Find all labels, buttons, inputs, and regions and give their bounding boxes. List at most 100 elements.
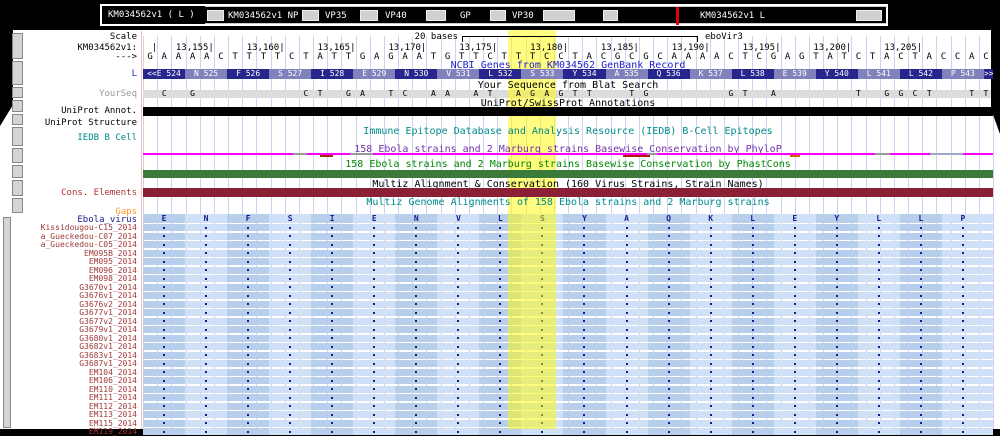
alignment-row[interactable] [143, 369, 993, 376]
alignment-cell [353, 233, 395, 240]
alignment-cell [269, 386, 311, 393]
alignment-cell [816, 360, 858, 367]
alignment-cell [900, 369, 942, 376]
alignment-cell [185, 411, 227, 418]
alignment-row[interactable] [143, 394, 993, 401]
codon-cell[interactable]: L 541 [858, 69, 900, 79]
alignment-row[interactable] [143, 301, 993, 308]
codon-cell[interactable]: Y 534 [563, 69, 605, 79]
alignment-row[interactable] [143, 335, 993, 342]
gene-codon-track[interactable]: <<E 524N 525F 526S 527I 528E 529N 530V 5… [143, 69, 993, 79]
match-dot [499, 278, 501, 280]
track-config-button[interactable] [12, 87, 23, 98]
residue-letter: Q [666, 215, 671, 223]
codon-cell[interactable]: N 530 [395, 69, 437, 79]
alignment-cell [353, 241, 395, 248]
alignment-row[interactable] [143, 241, 993, 248]
alignment-row[interactable] [143, 284, 993, 291]
track-config-button[interactable] [12, 180, 23, 196]
conservation-elements-track[interactable] [143, 188, 993, 197]
alignment-row[interactable] [143, 377, 993, 384]
alignment-cell [143, 377, 185, 384]
ideogram-bar[interactable]: KM034562v1 ( L ) KM034562v1 NPVP35VP40GP… [100, 4, 888, 26]
alignment-row[interactable] [143, 275, 993, 282]
codon-cell[interactable]: E 539 [774, 69, 816, 79]
track-config-button[interactable] [12, 148, 23, 163]
match-dot [499, 363, 501, 365]
alignment-cell [185, 275, 227, 282]
codon-cell[interactable]: Y 540 [816, 69, 858, 79]
alignment-row[interactable] [143, 326, 993, 333]
alignment-cell [563, 326, 605, 333]
track-config-button[interactable] [12, 61, 23, 85]
track-config-button[interactable] [12, 165, 23, 178]
sequence-base: A [964, 53, 979, 62]
alignment-row[interactable] [143, 403, 993, 410]
match-dot [247, 244, 249, 246]
alignment-cell [143, 292, 185, 299]
alignment-cell [816, 335, 858, 342]
match-dot [962, 329, 964, 331]
track-config-button[interactable] [12, 127, 23, 146]
match-dot [289, 354, 291, 356]
alignment-row[interactable] [143, 411, 993, 418]
alignment-cell [900, 352, 942, 359]
match-dot [794, 261, 796, 263]
codon-cell[interactable]: L 542 [900, 69, 942, 79]
alignment-row[interactable] [143, 224, 993, 231]
codon-cell[interactable]: F 526 [227, 69, 269, 79]
ideogram-genome-strip[interactable]: KM034562v1 NPVP35VP40GPVP30KM034562v1 L [205, 6, 887, 24]
codon-cell[interactable]: A 535 [606, 69, 648, 79]
alignment-row[interactable] [143, 352, 993, 359]
uniprot-track[interactable] [143, 107, 993, 116]
codon-cell[interactable]: N 525 [185, 69, 227, 79]
codon-cell[interactable]: K 537 [690, 69, 732, 79]
alignment-row[interactable] [143, 343, 993, 350]
alignment-row[interactable] [143, 267, 993, 274]
track-config-button[interactable] [12, 198, 23, 213]
alignment-row[interactable] [143, 309, 993, 316]
match-dot [373, 252, 375, 254]
match-dot [205, 235, 207, 237]
alignment-row[interactable] [143, 428, 993, 435]
track-config-button[interactable] [12, 33, 23, 59]
alignment-cell [774, 411, 816, 418]
alignment-row[interactable] [143, 318, 993, 325]
alignment-row[interactable] [143, 386, 993, 393]
codon-cell[interactable]: S 527 [269, 69, 311, 79]
codon-cell[interactable]: >> [984, 69, 993, 79]
codon-cell[interactable]: L 538 [732, 69, 774, 79]
alignment-row[interactable] [143, 233, 993, 240]
sequence-base: A [313, 53, 328, 62]
match-dot [626, 354, 628, 356]
codon-cell[interactable]: I 528 [311, 69, 353, 79]
match-dot [583, 371, 585, 373]
alignment-row[interactable] [143, 420, 993, 427]
alignment-row[interactable] [143, 250, 993, 257]
codon-cell[interactable]: <<E 524 [143, 69, 185, 79]
alignment-row[interactable] [143, 258, 993, 265]
match-dot [836, 278, 838, 280]
match-dot [668, 397, 670, 399]
alignment-cell [606, 377, 648, 384]
alignment-cell [563, 241, 605, 248]
alignment-cell [185, 301, 227, 308]
codon-cell[interactable]: P 543 [942, 69, 984, 79]
alignment-cell [690, 241, 732, 248]
track-config-button[interactable] [12, 114, 23, 125]
yourseq-base: G [879, 90, 894, 98]
match-dot [373, 269, 375, 271]
track-config-button[interactable] [3, 217, 11, 428]
track-config-button[interactable] [12, 100, 23, 112]
codon-cell[interactable]: V 531 [437, 69, 479, 79]
codon-cell[interactable]: L 532 [479, 69, 521, 79]
codon-cell[interactable]: E 529 [353, 69, 395, 79]
alignment-row[interactable] [143, 360, 993, 367]
codon-cell[interactable]: Q 536 [648, 69, 690, 79]
phylop-track[interactable] [143, 153, 993, 158]
alignment-row[interactable] [143, 292, 993, 299]
alignment-cell [984, 360, 993, 367]
reference-alignment-row[interactable]: ENFSIENVLSYAQKLEYLLP [143, 214, 993, 223]
codon-cell[interactable]: S 533 [521, 69, 563, 79]
phastcons-track[interactable] [143, 170, 993, 178]
